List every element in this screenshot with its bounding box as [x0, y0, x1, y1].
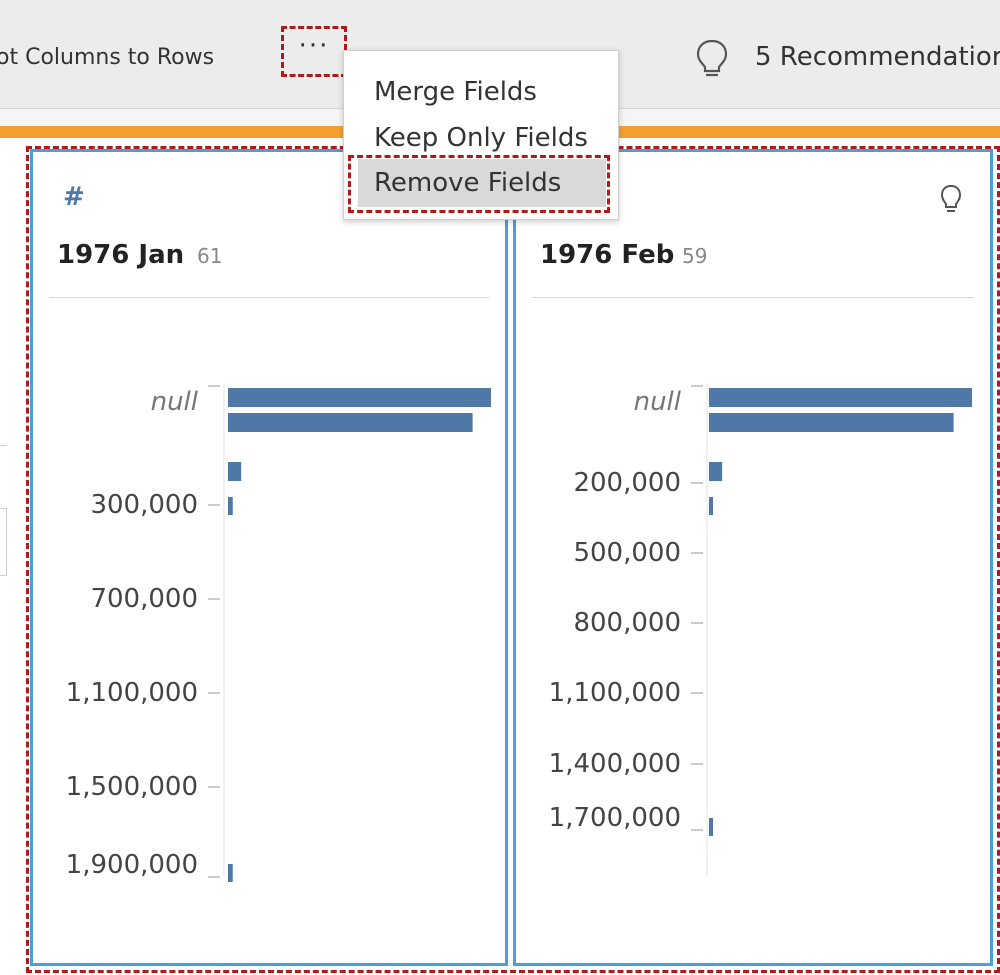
more-options-menu: Merge Fields Keep Only Fields Remove Fie…: [343, 50, 619, 220]
lightbulb-icon[interactable]: [695, 38, 729, 84]
tick-label: 800,000: [573, 608, 681, 638]
histogram-bar: [709, 818, 713, 836]
stub-box: [0, 508, 7, 576]
stub-divider: [0, 445, 7, 446]
histogram-bar: [228, 497, 233, 515]
histogram-bar: [709, 462, 723, 481]
histogram-bar: [228, 413, 473, 432]
tick-label: 1,400,000: [549, 749, 681, 779]
histogram-bar: [228, 864, 233, 882]
field-card-1976-feb[interactable]: 1976 Feb 59 null 200,000 500,000 800,000 1,1…: [513, 149, 993, 966]
tick-label: 1,900,000: [66, 850, 198, 880]
histogram-bar: [709, 388, 972, 407]
tick-label: 200,000: [573, 468, 681, 498]
recommendations-button[interactable]: 5 Recommendatior: [755, 42, 1000, 72]
field-card-1976-jan[interactable]: # 1976 Jan 61 null 300,000 700,000 1,100,00…: [30, 149, 508, 966]
previous-card-stub: [0, 150, 24, 970]
menu-item-merge-fields[interactable]: Merge Fields: [374, 77, 537, 107]
tick-label: null: [151, 387, 199, 417]
histogram-bar: [228, 388, 491, 407]
histogram-bar: [709, 497, 713, 515]
tick-label: 1,100,000: [549, 678, 681, 708]
tick-label: 1,500,000: [66, 772, 198, 802]
menu-item-keep-only-fields[interactable]: Keep Only Fields: [374, 123, 588, 153]
histogram-1976-jan: null 300,000 700,000 1,100,000 1,500,000 1,90…: [66, 384, 491, 882]
tick-label: 500,000: [573, 538, 681, 568]
tick-label: 700,000: [90, 584, 198, 614]
histogram-bar: [709, 413, 954, 432]
pivot-columns-to-rows-button[interactable]: ot Columns to Rows: [0, 45, 214, 70]
tick-label: 1,700,000: [549, 803, 681, 833]
tick-label: 300,000: [90, 490, 198, 520]
tick-label: null: [634, 387, 682, 417]
menu-item-remove-fields[interactable]: Remove Fields: [358, 159, 606, 207]
histogram-bar: [228, 462, 242, 481]
more-options-button[interactable]: ···: [281, 26, 347, 77]
more-options-label: ···: [298, 30, 330, 61]
tick-label: 1,100,000: [66, 678, 198, 708]
histogram-1976-feb: null 200,000 500,000 800,000 1,100,000 1,400,…: [549, 384, 972, 876]
